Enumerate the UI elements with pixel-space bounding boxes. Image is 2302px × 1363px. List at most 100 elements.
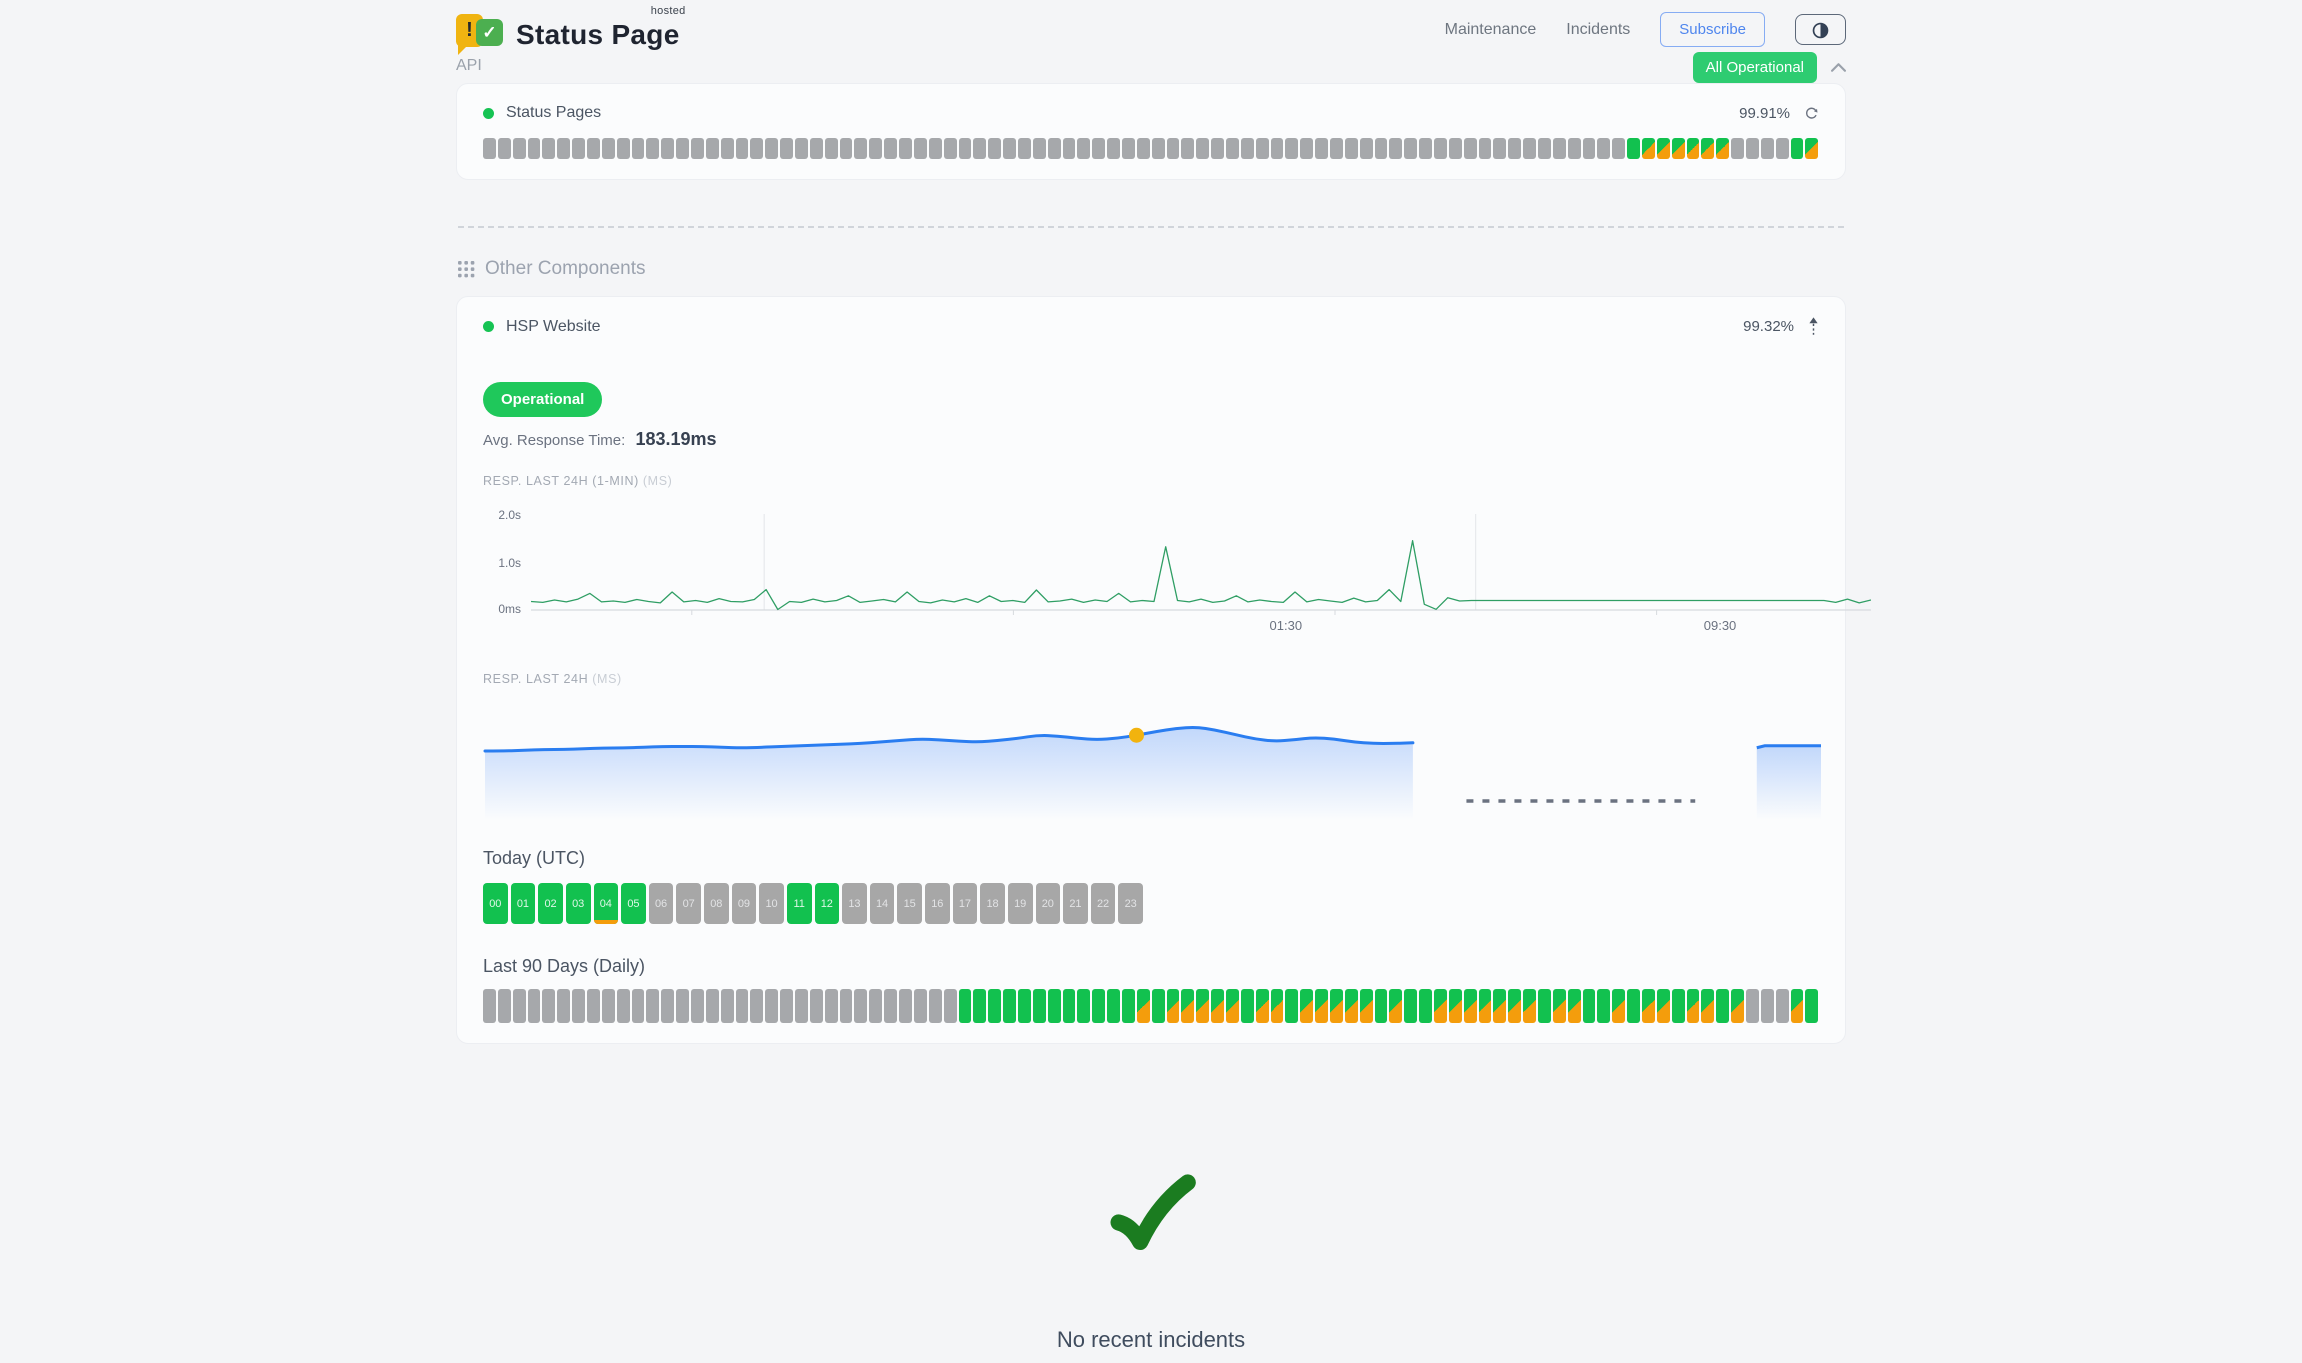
uptime-block[interactable]	[1746, 989, 1759, 1023]
uptime-block[interactable]	[542, 138, 555, 159]
nav-incidents[interactable]: Incidents	[1566, 21, 1630, 39]
hour-block[interactable]: 15	[897, 883, 922, 924]
uptime-block[interactable]	[1375, 138, 1388, 159]
uptime-block[interactable]	[1077, 138, 1090, 159]
uptime-block[interactable]	[1464, 138, 1477, 159]
uptime-block[interactable]	[513, 138, 526, 159]
uptime-block[interactable]	[1315, 138, 1328, 159]
hour-block[interactable]: 20	[1036, 883, 1061, 924]
uptime-block[interactable]	[617, 989, 630, 1023]
uptime-block[interactable]	[706, 989, 719, 1023]
hour-block[interactable]: 17	[953, 883, 978, 924]
uptime-block[interactable]	[810, 989, 823, 1023]
uptime-block[interactable]	[765, 989, 778, 1023]
uptime-block[interactable]	[1256, 138, 1269, 159]
uptime-block[interactable]	[1167, 138, 1180, 159]
uptime-block[interactable]	[1196, 138, 1209, 159]
uptime-block[interactable]	[602, 138, 615, 159]
uptime-block[interactable]	[1716, 989, 1729, 1023]
uptime-block[interactable]	[1211, 989, 1224, 1023]
uptime-block[interactable]	[929, 138, 942, 159]
uptime-block[interactable]	[1479, 989, 1492, 1023]
uptime-block[interactable]	[750, 138, 763, 159]
uptime-block[interactable]	[1122, 138, 1135, 159]
uptime-block[interactable]	[1181, 138, 1194, 159]
uptime-block[interactable]	[676, 138, 689, 159]
uptime-block[interactable]	[1731, 989, 1744, 1023]
uptime-block[interactable]	[587, 989, 600, 1023]
uptime-block[interactable]	[1330, 989, 1343, 1023]
uptime-block[interactable]	[1642, 138, 1655, 159]
uptime-block[interactable]	[1300, 989, 1313, 1023]
hour-block[interactable]: 19	[1008, 883, 1033, 924]
uptime-block[interactable]	[1597, 989, 1610, 1023]
uptime-block[interactable]	[825, 989, 838, 1023]
hour-block[interactable]: 01	[511, 883, 536, 924]
uptime-block[interactable]	[1063, 138, 1076, 159]
uptime-block[interactable]	[1315, 989, 1328, 1023]
uptime-block[interactable]	[1360, 138, 1373, 159]
uptime-block[interactable]	[1701, 138, 1714, 159]
uptime-block[interactable]	[944, 989, 957, 1023]
uptime-block[interactable]	[1434, 138, 1447, 159]
uptime-block[interactable]	[1627, 989, 1640, 1023]
uptime-block[interactable]	[1583, 138, 1596, 159]
uptime-block[interactable]	[1687, 989, 1700, 1023]
uptime-block[interactable]	[840, 989, 853, 1023]
uptime-block[interactable]	[602, 989, 615, 1023]
uptime-block[interactable]	[914, 989, 927, 1023]
uptime-block[interactable]	[1419, 989, 1432, 1023]
uptime-block[interactable]	[736, 138, 749, 159]
hour-block[interactable]: 09	[732, 883, 757, 924]
hour-block[interactable]: 23	[1118, 883, 1143, 924]
uptime-block[interactable]	[765, 138, 778, 159]
uptime-block[interactable]	[973, 989, 986, 1023]
hour-block[interactable]: 22	[1091, 883, 1116, 924]
uptime-block[interactable]	[1345, 989, 1358, 1023]
response-history-chart[interactable]	[483, 696, 1819, 828]
uptime-block[interactable]	[914, 138, 927, 159]
uptime-block[interactable]	[1434, 989, 1447, 1023]
uptime-block[interactable]	[676, 989, 689, 1023]
uptime-block[interactable]	[1523, 989, 1536, 1023]
uptime-block[interactable]	[1419, 138, 1432, 159]
uptime-block[interactable]	[1479, 138, 1492, 159]
uptime-block[interactable]	[1672, 989, 1685, 1023]
refresh-icon[interactable]	[1804, 106, 1819, 121]
uptime-block[interactable]	[1538, 138, 1551, 159]
uptime-block[interactable]	[1508, 989, 1521, 1023]
uptime-block[interactable]	[617, 138, 630, 159]
uptime-block[interactable]	[1226, 989, 1239, 1023]
uptime-block[interactable]	[810, 138, 823, 159]
uptime-block[interactable]	[1493, 138, 1506, 159]
uptime-block[interactable]	[1657, 989, 1670, 1023]
uptime-block[interactable]	[1152, 989, 1165, 1023]
uptime-block[interactable]	[1107, 138, 1120, 159]
uptime-block[interactable]	[1048, 989, 1061, 1023]
uptime-block[interactable]	[1493, 989, 1506, 1023]
uptime-block[interactable]	[1092, 138, 1105, 159]
uptime-block[interactable]	[557, 138, 570, 159]
uptime-block[interactable]	[1003, 989, 1016, 1023]
uptime-block[interactable]	[1449, 138, 1462, 159]
uptime-block[interactable]	[572, 989, 585, 1023]
uptime-block[interactable]	[1285, 989, 1298, 1023]
uptime-block[interactable]	[899, 989, 912, 1023]
uptime-block[interactable]	[959, 989, 972, 1023]
uptime-block[interactable]	[1568, 138, 1581, 159]
uptime-block[interactable]	[1761, 138, 1774, 159]
uptime-block[interactable]	[632, 138, 645, 159]
uptime-block[interactable]	[483, 138, 496, 159]
uptime-block[interactable]	[1701, 989, 1714, 1023]
uptime-block[interactable]	[1107, 989, 1120, 1023]
uptime-block[interactable]	[1791, 989, 1804, 1023]
uptime-block[interactable]	[869, 989, 882, 1023]
uptime-block[interactable]	[840, 138, 853, 159]
uptime-block[interactable]	[1018, 989, 1031, 1023]
uptime-block[interactable]	[1375, 989, 1388, 1023]
uptime-block[interactable]	[1167, 989, 1180, 1023]
uptime-block[interactable]	[944, 138, 957, 159]
uptime-block[interactable]	[542, 989, 555, 1023]
uptime-block[interactable]	[1553, 138, 1566, 159]
hour-block[interactable]: 00	[483, 883, 508, 924]
